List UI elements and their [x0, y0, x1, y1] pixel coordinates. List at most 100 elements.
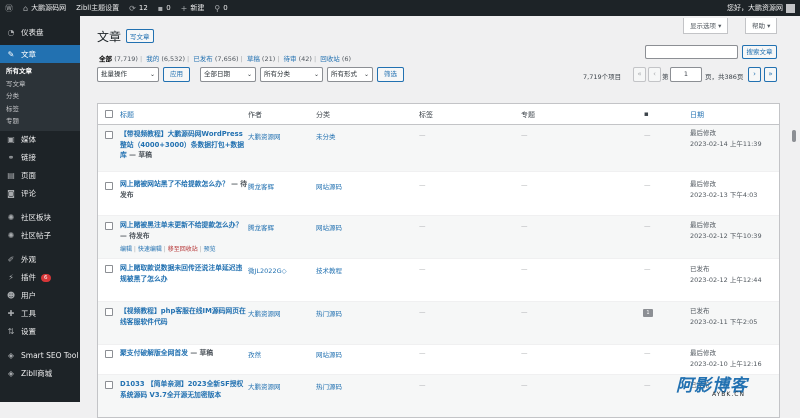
- row-actions: 编辑 | 快速编辑 | 移至回收站 | 预览: [120, 246, 216, 253]
- updates-link[interactable]: ⟳ 12: [124, 0, 153, 16]
- post-author-link[interactable]: 孜然: [248, 349, 261, 359]
- post-title-link[interactable]: 网上赌被黑注单未更新不给提款怎么办？ — 待发布: [120, 220, 248, 241]
- post-title-link[interactable]: 【视频教程】php客服在线IM源码网页在线客服软件代码: [120, 306, 248, 327]
- sidebar-item-plugins[interactable]: ⚡ 插件 6: [0, 269, 80, 287]
- post-date: 已发布 2023-02-12 上午12:44: [690, 265, 762, 284]
- help-button[interactable]: 帮助 ▾: [745, 18, 778, 34]
- wordpress-logo[interactable]: Ⓦ: [0, 0, 18, 16]
- view-mine[interactable]: 我的 (6,532): [146, 55, 185, 63]
- comments-link[interactable]: ▪ 0: [153, 0, 176, 16]
- new-content-link[interactable]: + 新建: [176, 0, 210, 16]
- column-title[interactable]: 标题: [120, 110, 134, 120]
- edit-link[interactable]: 编辑: [120, 246, 132, 253]
- post-category-link[interactable]: 网站源码: [316, 349, 342, 359]
- post-category-link[interactable]: 未分类: [316, 131, 336, 141]
- sidebar-item-pages[interactable]: ▤ 页面: [0, 167, 80, 185]
- post-title-link[interactable]: 聚支付破解版全网首发 — 草稿: [120, 348, 320, 359]
- post-author-link[interactable]: 大鹏资源网: [248, 381, 281, 391]
- select-all-checkbox[interactable]: [105, 110, 113, 118]
- view-published[interactable]: 已发布 (7,656): [193, 55, 238, 63]
- post-category-link[interactable]: 网站源码: [316, 222, 342, 232]
- site-name-link[interactable]: ⌂ 大鹏源码网: [18, 0, 71, 16]
- row-checkbox[interactable]: [105, 381, 113, 389]
- apply-button[interactable]: 应用: [163, 67, 190, 82]
- preview-link[interactable]: 预览: [204, 246, 216, 253]
- view-drafts[interactable]: 草稿 (21): [247, 55, 275, 63]
- plugin-icon: ⚡: [8, 273, 14, 282]
- items-count: 7,719个项目: [583, 73, 622, 81]
- filter-button[interactable]: 筛选: [377, 67, 404, 82]
- search-posts-button[interactable]: 搜索文章: [742, 45, 777, 59]
- row-checkbox[interactable]: [105, 265, 113, 273]
- trash-link[interactable]: 移至回收站: [168, 246, 198, 253]
- sidebar-item-media[interactable]: ▣ 媒体: [0, 131, 80, 149]
- sidebar-item-posts[interactable]: ✎ 文章: [0, 45, 80, 63]
- sidebar-item-forum-boards[interactable]: ✺ 社区板块: [0, 209, 80, 227]
- post-title-link[interactable]: 网上赌取款说数据未回传还说注单延迟违规被黑了怎么办: [120, 263, 248, 284]
- row-checkbox[interactable]: [105, 308, 113, 316]
- submenu-add-post[interactable]: 写文章: [0, 78, 80, 91]
- view-pending[interactable]: 待审 (42): [284, 55, 312, 63]
- sidebar-item-smart-seo[interactable]: ◈ Smart SEO Tool: [0, 347, 80, 365]
- category-filter-select[interactable]: 所有分类 ⌄: [260, 67, 323, 82]
- post-comments: —: [644, 349, 651, 357]
- avatar: [786, 3, 795, 13]
- sidebar-item-forum-posts[interactable]: ✺ 社区帖子: [0, 227, 80, 245]
- next-page-button[interactable]: ›: [748, 67, 761, 82]
- seo-icon: ◈: [7, 351, 15, 360]
- quick-edit-link[interactable]: 快速编辑: [138, 246, 162, 253]
- theme-settings-link[interactable]: Zibll主题设置: [71, 0, 124, 16]
- account-menu[interactable]: 您好，大鹏资源网: [722, 0, 800, 16]
- post-title-link[interactable]: D1033 【简单亲测】2023全新SF授权系统源码 V3.7全开源无加密版本: [120, 379, 248, 400]
- forum-post-icon: ✺: [7, 231, 15, 240]
- sidebar-item-comments[interactable]: ◙ 评论: [0, 185, 80, 203]
- post-author-link[interactable]: 腾龙客辉: [248, 181, 274, 191]
- add-new-post-button[interactable]: 写文章: [126, 29, 154, 43]
- sidebar-item-links[interactable]: ⚭ 链接: [0, 149, 80, 167]
- page-scrollbar[interactable]: [792, 130, 796, 142]
- submenu-all-posts[interactable]: 所有文章: [0, 65, 80, 78]
- sidebar-item-users[interactable]: ☻ 用户: [0, 287, 80, 305]
- row-checkbox[interactable]: [105, 131, 113, 139]
- chevron-down-icon: ⌄: [313, 71, 319, 78]
- post-title-link[interactable]: 网上赌被网站黑了不给提款怎么办？ — 待发布: [120, 179, 248, 200]
- row-checkbox[interactable]: [105, 222, 113, 230]
- post-date: 已发布 2023-02-11 下午2:05: [690, 307, 758, 326]
- post-category-link[interactable]: 热门源码: [316, 308, 342, 318]
- view-trash[interactable]: 回收站 (6): [320, 55, 351, 63]
- sidebar-item-appearance[interactable]: ✐ 外观: [0, 251, 80, 269]
- sidebar-item-zibll-shop[interactable]: ◈ Zibll商城: [0, 365, 80, 383]
- last-page-button[interactable]: »: [764, 67, 777, 82]
- post-author-link[interactable]: 腾龙客辉: [248, 222, 274, 232]
- search-input[interactable]: [645, 45, 738, 59]
- post-author-link[interactable]: 大鹏资源网: [248, 308, 281, 318]
- current-page-input[interactable]: 1: [670, 67, 702, 82]
- post-title-link[interactable]: 【带视频教程】大鹏源码网WordPress整站（4000+3000）条数据打包+…: [120, 129, 248, 161]
- post-tags: —: [419, 308, 426, 316]
- format-filter-select[interactable]: 所有形式 ⌄: [327, 67, 373, 82]
- date-filter-select[interactable]: 全部日期 ⌄: [200, 67, 256, 82]
- comment-count-bubble[interactable]: 1: [643, 309, 653, 317]
- row-checkbox[interactable]: [105, 182, 113, 190]
- submenu-topics[interactable]: 专题: [0, 115, 80, 128]
- post-category-link[interactable]: 热门源码: [316, 381, 342, 391]
- screen-options-button[interactable]: 显示选项 ▾: [683, 18, 729, 34]
- bulk-action-select[interactable]: 批量操作 ⌄: [97, 67, 159, 82]
- plugin-update-badge: 6: [41, 273, 51, 282]
- row-checkbox[interactable]: [105, 350, 113, 358]
- sidebar-item-dashboard[interactable]: ◔ 仪表盘: [0, 23, 80, 41]
- submenu-categories[interactable]: 分类: [0, 90, 80, 103]
- post-category-link[interactable]: 网站源码: [316, 181, 342, 191]
- prev-page-button[interactable]: ‹: [648, 67, 661, 82]
- view-all[interactable]: 全部 (7,719): [99, 55, 138, 63]
- first-page-button[interactable]: «: [633, 67, 646, 82]
- sidebar-item-tools[interactable]: ✚ 工具: [0, 305, 80, 323]
- post-category-link[interactable]: 技术教程: [316, 265, 342, 275]
- column-date[interactable]: 日期: [690, 110, 704, 120]
- submenu-tags[interactable]: 标签: [0, 103, 80, 116]
- link-icon: ⚭: [7, 153, 15, 162]
- post-author-link[interactable]: 大鹏资源网: [248, 131, 281, 141]
- links-link[interactable]: ⚲ 0: [209, 0, 232, 16]
- sidebar-item-settings[interactable]: ⇅ 设置: [0, 323, 80, 341]
- post-author-link[interactable]: 微JL2022G◇: [248, 265, 287, 275]
